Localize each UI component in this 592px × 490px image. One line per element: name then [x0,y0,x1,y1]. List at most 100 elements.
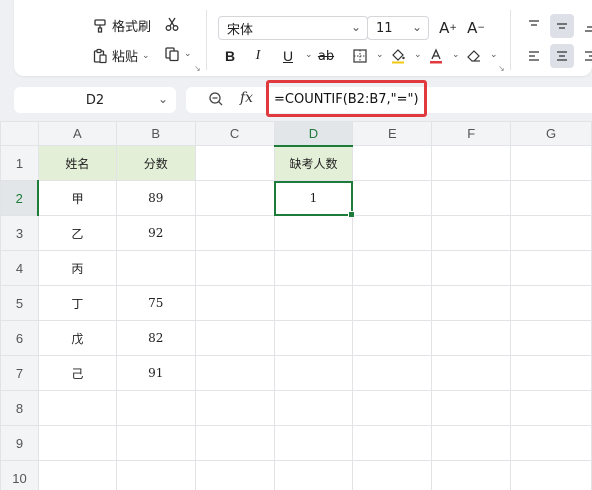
font-size-select[interactable]: 11 ⌄ [367,16,429,40]
decrease-font-button[interactable]: A − [464,16,488,40]
format-painter-button[interactable]: 格式刷 [92,16,151,35]
row-header-1[interactable]: 1 [0,145,39,181]
italic-button[interactable]: I [246,44,270,68]
cut-button[interactable] [164,16,180,32]
cell-a1[interactable]: 姓名 [37,145,117,181]
borders-button[interactable] [348,44,372,68]
align-right-button[interactable] [578,44,592,68]
cell-c1[interactable] [194,145,275,181]
column-header-e[interactable]: E [352,121,433,146]
name-box[interactable]: D2 ⌄ [14,87,176,113]
cell-a4[interactable]: 丙 [37,250,117,286]
zoom-icon[interactable] [208,91,224,107]
cell-e5[interactable] [352,285,433,321]
cell-a8[interactable] [37,390,117,426]
cell-c8[interactable] [194,390,275,426]
cell-a10[interactable] [37,460,117,490]
cell-d7[interactable] [273,355,354,391]
dialog-launcher-icon[interactable]: ↘ [194,64,201,73]
row-header-3[interactable]: 3 [0,215,39,251]
cell-c3[interactable] [194,215,275,251]
cell-c7[interactable] [194,355,275,391]
cell-d10[interactable] [273,460,354,490]
cell-b8[interactable] [115,390,196,426]
cell-e7[interactable] [352,355,433,391]
cell-c9[interactable] [194,425,275,461]
cell-b4[interactable] [115,250,196,286]
cell-g5[interactable] [510,285,592,321]
cell-f2[interactable] [431,180,512,216]
row-header-8[interactable]: 8 [0,390,39,426]
cell-b10[interactable] [115,460,196,490]
cell-b5[interactable]: 75 [115,285,196,321]
cell-d8[interactable] [273,390,354,426]
align-bottom-button[interactable] [578,14,592,38]
align-center-button[interactable] [550,44,574,68]
font-name-select[interactable]: 宋体 ⌄ [218,16,368,40]
cell-a9[interactable] [37,425,117,461]
chevron-down-icon[interactable]: ⌄ [142,51,150,61]
cell-c2[interactable] [194,180,275,216]
cell-g2[interactable] [510,180,592,216]
cell-b1[interactable]: 分数 [115,145,196,181]
cell-a2[interactable]: 甲 [37,180,117,216]
cell-a6[interactable]: 戊 [37,320,117,356]
font-color-button[interactable] [424,44,448,68]
cell-d1[interactable]: 缺考人数 [273,145,354,181]
cell-g4[interactable] [510,250,592,286]
cell-f3[interactable] [431,215,512,251]
cell-f6[interactable] [431,320,512,356]
clear-button[interactable] [462,44,486,68]
increase-font-button[interactable]: A + [436,16,460,40]
column-header-b[interactable]: B [115,121,196,146]
row-header-6[interactable]: 6 [0,320,39,356]
cell-f9[interactable] [431,425,512,461]
row-header-9[interactable]: 9 [0,425,39,461]
bold-button[interactable]: B [218,44,242,68]
cell-e9[interactable] [352,425,433,461]
cell-g6[interactable] [510,320,592,356]
underline-button[interactable]: U [276,44,300,68]
cell-e8[interactable] [352,390,433,426]
cell-e10[interactable] [352,460,433,490]
cell-g3[interactable] [510,215,592,251]
column-header-a[interactable]: A [37,121,117,146]
cell-f10[interactable] [431,460,512,490]
paste-button[interactable]: 粘贴 ⌄ [92,46,150,65]
cell-a5[interactable]: 丁 [37,285,117,321]
cell-b3[interactable]: 92 [115,215,196,251]
cell-g7[interactable] [510,355,592,391]
cell-c10[interactable] [194,460,275,490]
fill-handle[interactable] [348,211,356,218]
row-header-7[interactable]: 7 [0,355,39,391]
chevron-down-icon[interactable]: ⌄ [184,49,192,59]
cell-g9[interactable] [510,425,592,461]
chevron-down-icon[interactable]: ⌄ [158,92,168,106]
align-middle-button[interactable] [550,14,574,38]
cell-b9[interactable] [115,425,196,461]
cell-d6[interactable] [273,320,354,356]
align-left-button[interactable] [522,44,546,68]
chevron-down-icon[interactable]: ⌄ [305,50,313,60]
cell-e2[interactable] [352,180,433,216]
cell-e6[interactable] [352,320,433,356]
cell-b6[interactable]: 82 [115,320,196,356]
cell-d9[interactable] [273,425,354,461]
cell-c6[interactable] [194,320,275,356]
cell-g1[interactable] [510,145,592,181]
chevron-down-icon[interactable]: ⌄ [414,50,422,60]
cell-f5[interactable] [431,285,512,321]
chevron-down-icon[interactable]: ⌄ [452,50,460,60]
cell-e4[interactable] [352,250,433,286]
column-header-c[interactable]: C [194,121,275,146]
copy-button[interactable]: ⌄ [164,46,192,62]
cell-d3[interactable] [273,215,354,251]
strikethrough-button[interactable]: ab [314,44,338,68]
column-header-d[interactable]: D [273,121,354,147]
row-header-5[interactable]: 5 [0,285,39,321]
fx-icon[interactable]: fx [240,90,253,106]
cell-f7[interactable] [431,355,512,391]
cell-c5[interactable] [194,285,275,321]
chevron-down-icon[interactable]: ⌄ [376,50,384,60]
column-header-f[interactable]: F [431,121,512,146]
